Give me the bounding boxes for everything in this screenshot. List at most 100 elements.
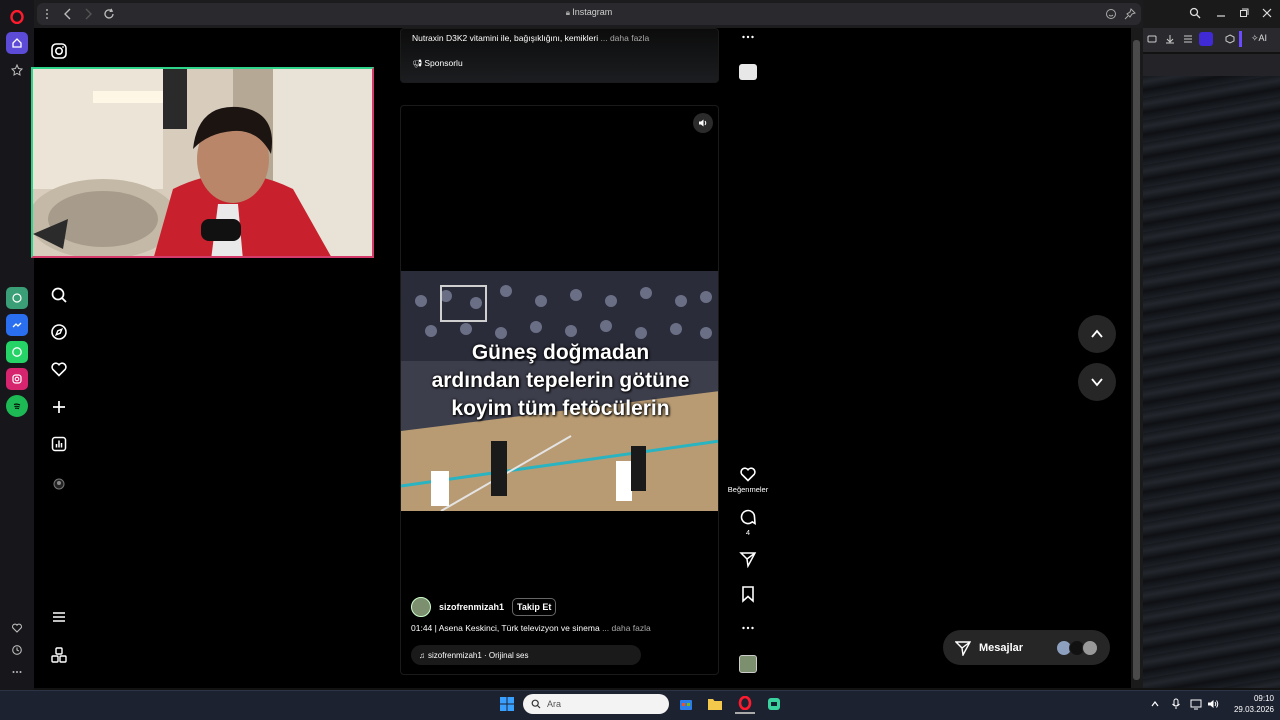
instagram-app-icon[interactable] xyxy=(6,368,28,390)
ai-label: AI xyxy=(1258,33,1268,43)
audio-thumbnail[interactable] xyxy=(737,655,759,673)
follow-button[interactable]: Takip Et xyxy=(512,598,557,616)
chatgpt-icon[interactable] xyxy=(6,287,28,309)
clock-time: 09:10 xyxy=(1253,694,1274,703)
taskbar-search[interactable]: Ara xyxy=(523,694,669,714)
sponsored-post: Nutraxin D3K2 vitamini ile, bağışıklığın… xyxy=(400,28,719,83)
scrollbar-thumb[interactable] xyxy=(1133,40,1140,680)
extension-marker xyxy=(1239,31,1242,47)
whatsapp-icon[interactable] xyxy=(6,341,28,363)
music-note-icon: ♫ xyxy=(419,650,425,660)
messages-label: Mesajlar xyxy=(979,641,1024,654)
right-window-background xyxy=(1143,76,1280,688)
extension-icon[interactable] xyxy=(1199,32,1213,46)
minimize-icon[interactable] xyxy=(1215,7,1227,19)
author-row: sizofrenmizah1 Takip Et xyxy=(411,596,557,618)
reel-video[interactable]: Güneş doğmadan ardından tepelerin götüne… xyxy=(401,271,718,511)
dashboard-icon[interactable] xyxy=(48,433,70,455)
close-icon[interactable] xyxy=(1261,7,1273,19)
right-window-toolbar: ✧AI xyxy=(1143,28,1280,52)
sponsored-label[interactable]: 📢︎ Sponsorlu xyxy=(412,58,463,68)
megaphone-icon: 📢︎ xyxy=(412,59,425,68)
next-reel-button[interactable] xyxy=(1078,363,1116,401)
ai-icon: ✧ xyxy=(1251,33,1259,43)
also-from-meta-icon[interactable] xyxy=(48,644,70,666)
previous-reel-button[interactable] xyxy=(1078,315,1116,353)
right-window-tab-strip xyxy=(1143,54,1280,76)
messenger-icon[interactable] xyxy=(6,314,28,336)
clock-date: 29.03.2026 xyxy=(1233,705,1274,714)
url-text: 🔒︎ Instagram xyxy=(37,7,1141,18)
cube-icon[interactable] xyxy=(1225,34,1235,44)
search-icon[interactable] xyxy=(48,284,70,306)
more-link[interactable]: ... daha fazla xyxy=(601,33,650,43)
sponsored-more-icon[interactable] xyxy=(737,30,759,44)
screenshot-icon[interactable] xyxy=(1147,34,1157,44)
webcam-overlay xyxy=(31,67,374,258)
reel-caption-text: 01:44 | Asena Keskinci, Türk televizyon … xyxy=(411,623,600,633)
app-taskbar-icon[interactable] xyxy=(764,694,784,714)
like-heart-icon[interactable] xyxy=(739,465,757,483)
author-name[interactable]: sizofrenmizah1 xyxy=(439,602,504,612)
pin-icon[interactable] xyxy=(1124,8,1136,20)
profile-avatar-icon[interactable] xyxy=(48,473,70,495)
right-window-titlebar xyxy=(1143,0,1280,28)
reel-post[interactable]: Güneş doğmadan ardından tepelerin götüne… xyxy=(400,105,719,675)
microphone-icon[interactable] xyxy=(1166,694,1186,714)
more-link[interactable]: ... daha fazla xyxy=(602,623,651,633)
star-icon[interactable] xyxy=(6,59,28,81)
sponsored-text: Sponsorlu xyxy=(424,58,463,68)
heart-sidebar-icon[interactable] xyxy=(6,617,28,639)
sponsored-thumbnail[interactable] xyxy=(737,64,759,80)
save-bookmark-icon[interactable] xyxy=(737,585,759,603)
reel-caption: 01:44 | Asena Keskinci, Türk televizyon … xyxy=(411,623,651,633)
messages-send-icon xyxy=(955,640,971,656)
download-icon[interactable] xyxy=(1165,34,1175,44)
microsoft-store-icon[interactable] xyxy=(676,694,696,714)
taskbar-clock[interactable]: 09:10 29.03.2026 xyxy=(1222,693,1274,715)
taskbar-search-placeholder: Ara xyxy=(547,699,562,709)
comment-icon[interactable] xyxy=(739,508,757,526)
create-plus-icon[interactable] xyxy=(48,396,70,418)
sound-toggle-icon[interactable] xyxy=(693,113,713,133)
taskbar-search-icon xyxy=(531,699,541,709)
share-icon[interactable] xyxy=(737,550,759,568)
windows-start-icon[interactable] xyxy=(497,694,517,714)
likes-label[interactable]: Beğenmeler xyxy=(728,485,768,494)
home-icon[interactable] xyxy=(6,32,28,54)
notifications-heart-icon[interactable] xyxy=(48,358,70,380)
messages-button[interactable]: Mesajlar xyxy=(943,630,1110,665)
url-label: Instagram xyxy=(572,7,613,17)
video-caption-text: Güneş doğmadan ardından tepelerin götüne… xyxy=(431,341,690,420)
history-icon[interactable] xyxy=(6,639,28,661)
explore-icon[interactable] xyxy=(48,321,70,343)
like-action[interactable]: Beğenmeler xyxy=(728,465,768,494)
spotify-icon[interactable] xyxy=(6,395,28,417)
address-bar[interactable]: 🔒︎ Instagram xyxy=(37,3,1141,25)
tray-chevron-up-icon[interactable] xyxy=(1145,694,1165,714)
opera-sidebar xyxy=(0,0,34,690)
emoji-icon[interactable] xyxy=(1105,8,1117,20)
sponsored-caption: Nutraxin D3K2 vitamini ile, bağışıklığın… xyxy=(412,33,649,43)
instagram-logo-icon[interactable] xyxy=(48,40,70,62)
reel-more-icon[interactable] xyxy=(737,621,759,635)
chevron-down-icon xyxy=(1091,378,1103,387)
audio-text: sizofrenmizah1 · Orijinal ses xyxy=(428,650,529,660)
chevron-up-icon xyxy=(1091,329,1103,338)
author-avatar[interactable] xyxy=(411,597,431,617)
more-menu-icon[interactable] xyxy=(48,606,70,628)
audio-pill[interactable]: ♫ sizofrenmizah1 · Orijinal ses xyxy=(411,645,641,665)
file-explorer-icon[interactable] xyxy=(705,694,725,714)
search-window-icon[interactable] xyxy=(1189,7,1201,19)
comment-action[interactable]: 4 xyxy=(737,508,759,537)
volume-icon[interactable] xyxy=(1203,694,1223,714)
opera-logo-icon[interactable] xyxy=(6,6,28,28)
comments-count: 4 xyxy=(745,528,751,537)
sponsored-caption-text: Nutraxin D3K2 vitamini ile, bağışıklığın… xyxy=(412,33,599,43)
message-avatar xyxy=(1082,639,1098,656)
maximize-icon[interactable] xyxy=(1238,7,1250,19)
easy-setup-icon[interactable] xyxy=(1183,34,1193,44)
more-sidebar-icon[interactable] xyxy=(6,661,28,683)
opera-taskbar-icon[interactable] xyxy=(735,694,755,714)
ai-button[interactable]: ✧AI xyxy=(1251,33,1267,44)
